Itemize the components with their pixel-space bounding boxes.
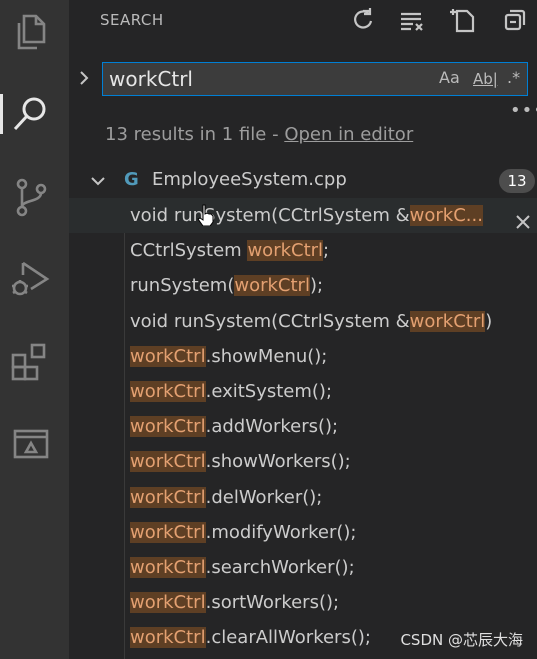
remote-explorer-icon[interactable]: [9, 423, 53, 467]
refresh-icon[interactable]: [348, 5, 378, 35]
result-text: .sortWorkers();: [205, 592, 340, 614]
new-search-editor-icon[interactable]: [449, 5, 479, 35]
toggle-replace-chevron-icon[interactable]: [75, 68, 93, 88]
chevron-down-icon[interactable]: [89, 172, 107, 190]
explorer-icon[interactable]: [9, 10, 53, 54]
result-match: workCtrl: [130, 521, 206, 543]
list-item[interactable]: workCtrl.sortWorkers();: [69, 585, 537, 620]
list-item[interactable]: workCtrl.showWorkers();: [69, 444, 537, 479]
result-text: .addWorkers();: [205, 416, 339, 438]
open-in-editor-link[interactable]: Open in editor: [284, 124, 413, 145]
result-text: );: [309, 275, 324, 297]
result-match: workCtrl: [130, 556, 206, 578]
match-case-button[interactable]: Aa: [439, 68, 460, 90]
clear-results-icon[interactable]: [397, 5, 427, 35]
list-item[interactable]: workCtrl.searchWorker();: [69, 550, 537, 585]
result-match: workCtrl: [130, 451, 206, 473]
result-text: .showMenu();: [205, 345, 328, 367]
list-item[interactable]: workCtrl.showMenu();: [69, 339, 537, 374]
result-match: workCtrl: [130, 486, 206, 508]
list-item[interactable]: workCtrl.exitSystem();: [69, 374, 537, 409]
search-view: SEARCH Aa Ab| .* •••: [69, 0, 537, 659]
result-text: .exitSystem();: [205, 380, 333, 402]
result-text: void runSystem(CCtrlSystem &: [130, 205, 410, 226]
result-text: .modifyWorker();: [205, 521, 357, 543]
result-match: workCtrl: [247, 240, 324, 262]
search-summary: 13 results in 1 file - Open in editor: [105, 124, 413, 145]
hand-cursor-icon: [197, 204, 215, 227]
cpp-file-icon: G: [124, 169, 139, 190]
search-icon[interactable]: [0, 92, 53, 136]
result-text: runSystem(: [130, 275, 235, 297]
search-box: Aa Ab| .*: [102, 62, 528, 96]
result-match: workCtrl: [409, 310, 486, 332]
result-text: ): [485, 310, 493, 332]
result-text: .delWorker();: [205, 486, 323, 508]
result-match: workCtrl: [130, 627, 206, 649]
list-item[interactable]: workCtrl.addWorkers();: [69, 409, 537, 444]
file-name: EmployeeSystem.cpp: [152, 169, 347, 190]
list-item[interactable]: void runSystem(CCtrlSystem &workC...: [69, 198, 537, 234]
result-text: .searchWorker();: [205, 556, 355, 578]
result-match: workCtrl: [130, 416, 206, 438]
result-text: ;: [323, 240, 330, 262]
extensions-icon[interactable]: [9, 339, 53, 383]
list-item[interactable]: workCtrl.delWorker();: [69, 480, 537, 515]
file-result-row[interactable]: G EmployeeSystem.cpp 13: [69, 166, 537, 196]
result-text: CCtrlSystem: [130, 240, 248, 262]
watermark: CSDN @芯辰大海: [400, 631, 523, 649]
list-item[interactable]: CCtrlSystem workCtrl;: [69, 233, 537, 268]
result-text: .clearAllWorkers();: [205, 627, 371, 649]
activity-bar: [0, 0, 69, 659]
result-match: workCtrl: [130, 592, 206, 614]
result-match: workCtrl: [234, 275, 310, 297]
regex-button[interactable]: .*: [507, 68, 520, 90]
source-control-icon[interactable]: [9, 175, 53, 219]
whole-word-button[interactable]: Ab|: [473, 70, 498, 92]
list-item[interactable]: workCtrl.modifyWorker();: [69, 515, 537, 550]
list-item[interactable]: void runSystem(CCtrlSystem &workCtrl): [69, 304, 537, 339]
more-actions-icon[interactable]: •••: [510, 100, 537, 121]
collapse-all-icon[interactable]: [500, 5, 530, 35]
result-match: workCtrl: [130, 380, 206, 402]
result-text: void runSystem(CCtrlSystem &: [130, 310, 410, 332]
match-count-badge: 13: [499, 169, 535, 193]
result-match: workC...: [409, 205, 483, 226]
search-input[interactable]: [109, 67, 429, 91]
result-list: void runSystem(CCtrlSystem &workC... CCt…: [69, 198, 537, 655]
result-match: workCtrl: [130, 345, 206, 367]
dismiss-result-icon[interactable]: [515, 207, 531, 229]
summary-text: 13 results in 1 file -: [105, 124, 285, 145]
result-text: .showWorkers();: [205, 451, 351, 473]
list-item[interactable]: runSystem(workCtrl);: [69, 268, 537, 303]
view-title: SEARCH: [100, 11, 164, 29]
run-debug-icon[interactable]: [9, 257, 53, 301]
